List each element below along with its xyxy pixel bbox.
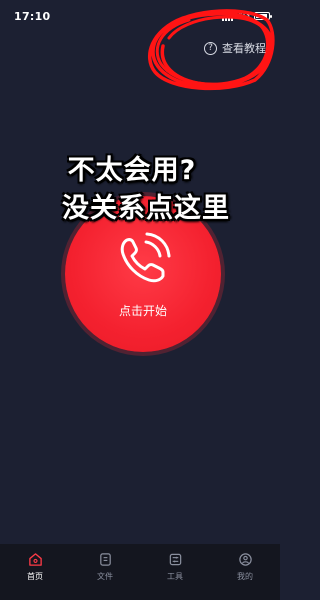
battery-icon xyxy=(254,12,272,20)
tab-files-label: 文件 xyxy=(97,572,113,581)
tab-mine[interactable]: 我的 xyxy=(210,544,280,600)
bottom-tab-bar: 首页 文件 工具 我的 xyxy=(0,544,280,600)
view-tutorial-label: 查看教程 xyxy=(222,42,266,55)
status-bar: 17:10 4G xyxy=(0,0,280,34)
network-type: 4G xyxy=(237,11,250,21)
overlay-caption-line2: 没关系点这里 xyxy=(62,193,230,224)
tab-tools[interactable]: 工具 xyxy=(140,544,210,600)
status-time: 17:10 xyxy=(14,10,51,23)
file-icon xyxy=(99,553,111,566)
tools-icon xyxy=(169,553,181,566)
tab-home-label: 首页 xyxy=(27,572,43,581)
tab-files[interactable]: 文件 xyxy=(70,544,140,600)
start-label: 点击开始 xyxy=(118,304,167,318)
view-tutorial-link[interactable]: ? 查看教程 xyxy=(204,40,266,56)
status-indicators: 4G xyxy=(222,11,272,21)
tab-home[interactable]: 首页 xyxy=(0,544,70,600)
tab-mine-label: 我的 xyxy=(237,572,253,581)
question-circle-icon: ? xyxy=(204,41,217,55)
tab-tools-label: 工具 xyxy=(167,572,183,581)
user-icon xyxy=(238,553,252,566)
home-icon xyxy=(28,553,42,566)
overlay-caption-line1: 不太会用? xyxy=(67,155,197,186)
phone-call-icon xyxy=(120,232,171,283)
signal-icon xyxy=(222,11,234,21)
